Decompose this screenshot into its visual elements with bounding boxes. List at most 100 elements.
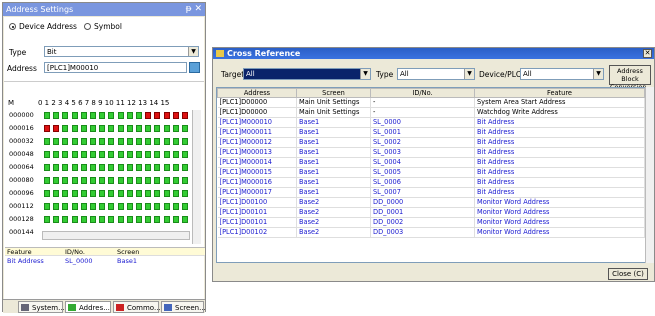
device-plc-select[interactable]: All ▼ [520,68,604,80]
bit-cell[interactable] [136,190,142,197]
bit-cell[interactable] [172,125,179,132]
bit-cell[interactable] [62,164,69,171]
bit-cell[interactable] [163,125,170,132]
bit-cell[interactable] [53,151,60,158]
table-row[interactable]: [PLC1]D00101 Base2 DD_0001 Monitor Word Add… [217,207,645,218]
bit-cell[interactable] [163,203,170,210]
bit-cell[interactable] [62,125,69,132]
bit-cell[interactable] [44,125,50,132]
bit-cell[interactable] [108,125,115,132]
radio-symbol[interactable]: Symbol [84,22,122,31]
bit-cell[interactable] [172,138,179,145]
bit-cell[interactable] [62,112,69,119]
bit-cell[interactable] [99,216,106,223]
table-row[interactable]: [PLC1]D00000 Main Unit Settings - Watchdog … [217,107,645,118]
table-row[interactable]: [PLC1]D00000 Main Unit Settings - System Ar… [217,97,645,108]
bit-cell[interactable] [62,190,69,197]
address-col-header[interactable]: Address [217,88,297,98]
bit-cell[interactable] [44,216,50,223]
bit-cell[interactable] [71,190,78,197]
grid-vertical-scrollbar[interactable] [192,110,201,244]
chevron-down-icon[interactable]: ▼ [593,69,603,79]
bit-cell[interactable] [145,125,152,132]
bit-cell[interactable] [136,164,142,171]
bit-cell[interactable] [90,164,96,171]
bit-cell[interactable] [126,112,133,119]
bit-cell[interactable] [126,203,133,210]
tab-system[interactable]: System... [18,301,65,313]
table-row[interactable]: [PLC1]M000013 Base1 SL_0003 Bit Address [217,147,645,158]
bit-cell[interactable] [99,177,106,184]
bit-cell[interactable] [80,177,87,184]
bit-cell[interactable] [108,164,115,171]
bit-cell[interactable] [90,203,96,210]
bit-cell[interactable] [71,203,78,210]
bit-cell[interactable] [182,203,188,210]
bit-cell[interactable] [44,177,50,184]
bit-cell[interactable] [117,164,124,171]
bit-cell[interactable] [145,151,152,158]
address-input[interactable]: [PLC1]M00010 [44,62,187,73]
bit-cell[interactable] [172,177,179,184]
bit-cell[interactable] [80,138,87,145]
bit-cell[interactable] [44,203,50,210]
chevron-down-icon[interactable]: ▼ [188,47,198,56]
close-icon[interactable]: ✕ [643,49,652,58]
bit-cell[interactable] [145,203,152,210]
target-select[interactable]: All ▼ [243,68,371,80]
bit-cell[interactable] [145,190,152,197]
table-vertical-scrollbar[interactable] [645,87,654,263]
bit-cell[interactable] [62,138,69,145]
bit-cell[interactable] [126,125,133,132]
bit-cell[interactable] [53,203,60,210]
bit-cell[interactable] [154,190,161,197]
bit-cell[interactable] [80,164,87,171]
bit-cell[interactable] [154,216,161,223]
bit-cell[interactable] [71,151,78,158]
bit-cell[interactable] [136,151,142,158]
bit-cell[interactable] [126,216,133,223]
type-select[interactable]: All ▼ [397,68,475,80]
bit-cell[interactable] [126,138,133,145]
tab-screen[interactable]: Screen... [161,301,206,313]
bit-cell[interactable] [163,151,170,158]
bit-cell[interactable] [80,190,87,197]
bit-cell[interactable] [145,216,152,223]
bit-cell[interactable] [80,112,87,119]
bit-cell[interactable] [99,164,106,171]
bit-cell[interactable] [62,216,69,223]
bit-cell[interactable] [90,177,96,184]
table-row[interactable]: [PLC1]M000014 Base1 SL_0004 Bit Address [217,157,645,168]
feature-col-header[interactable]: Feature [474,88,645,98]
bit-cell[interactable] [117,151,124,158]
tab-common[interactable]: Commo... [113,301,161,313]
bit-cell[interactable] [99,125,106,132]
bit-cell[interactable] [90,190,96,197]
bit-cell[interactable] [117,125,124,132]
bit-cell[interactable] [117,138,124,145]
bit-cell[interactable] [71,164,78,171]
bit-cell[interactable] [163,112,170,119]
bit-cell[interactable] [136,112,142,119]
bit-cell[interactable] [53,190,60,197]
bit-cell[interactable] [71,112,78,119]
bit-cell[interactable] [136,125,142,132]
bit-cell[interactable] [136,203,142,210]
bit-cell[interactable] [53,125,60,132]
bit-cell[interactable] [182,164,188,171]
bit-cell[interactable] [53,138,60,145]
bit-cell[interactable] [71,216,78,223]
bit-cell[interactable] [172,164,179,171]
bit-cell[interactable] [163,138,170,145]
table-row[interactable]: [PLC1]M000016 Base1 SL_0006 Bit Address [217,177,645,188]
bit-cell[interactable] [80,125,87,132]
table-row[interactable]: [PLC1]M000017 Base1 SL_0007 Bit Address [217,187,645,198]
screen-col-header[interactable]: Screen [296,88,371,98]
bit-cell[interactable] [108,177,115,184]
bit-cell[interactable] [99,190,106,197]
keypad-icon[interactable] [189,62,200,73]
bit-cell[interactable] [154,164,161,171]
bit-cell[interactable] [182,151,188,158]
bit-cell[interactable] [154,138,161,145]
bit-cell[interactable] [145,177,152,184]
